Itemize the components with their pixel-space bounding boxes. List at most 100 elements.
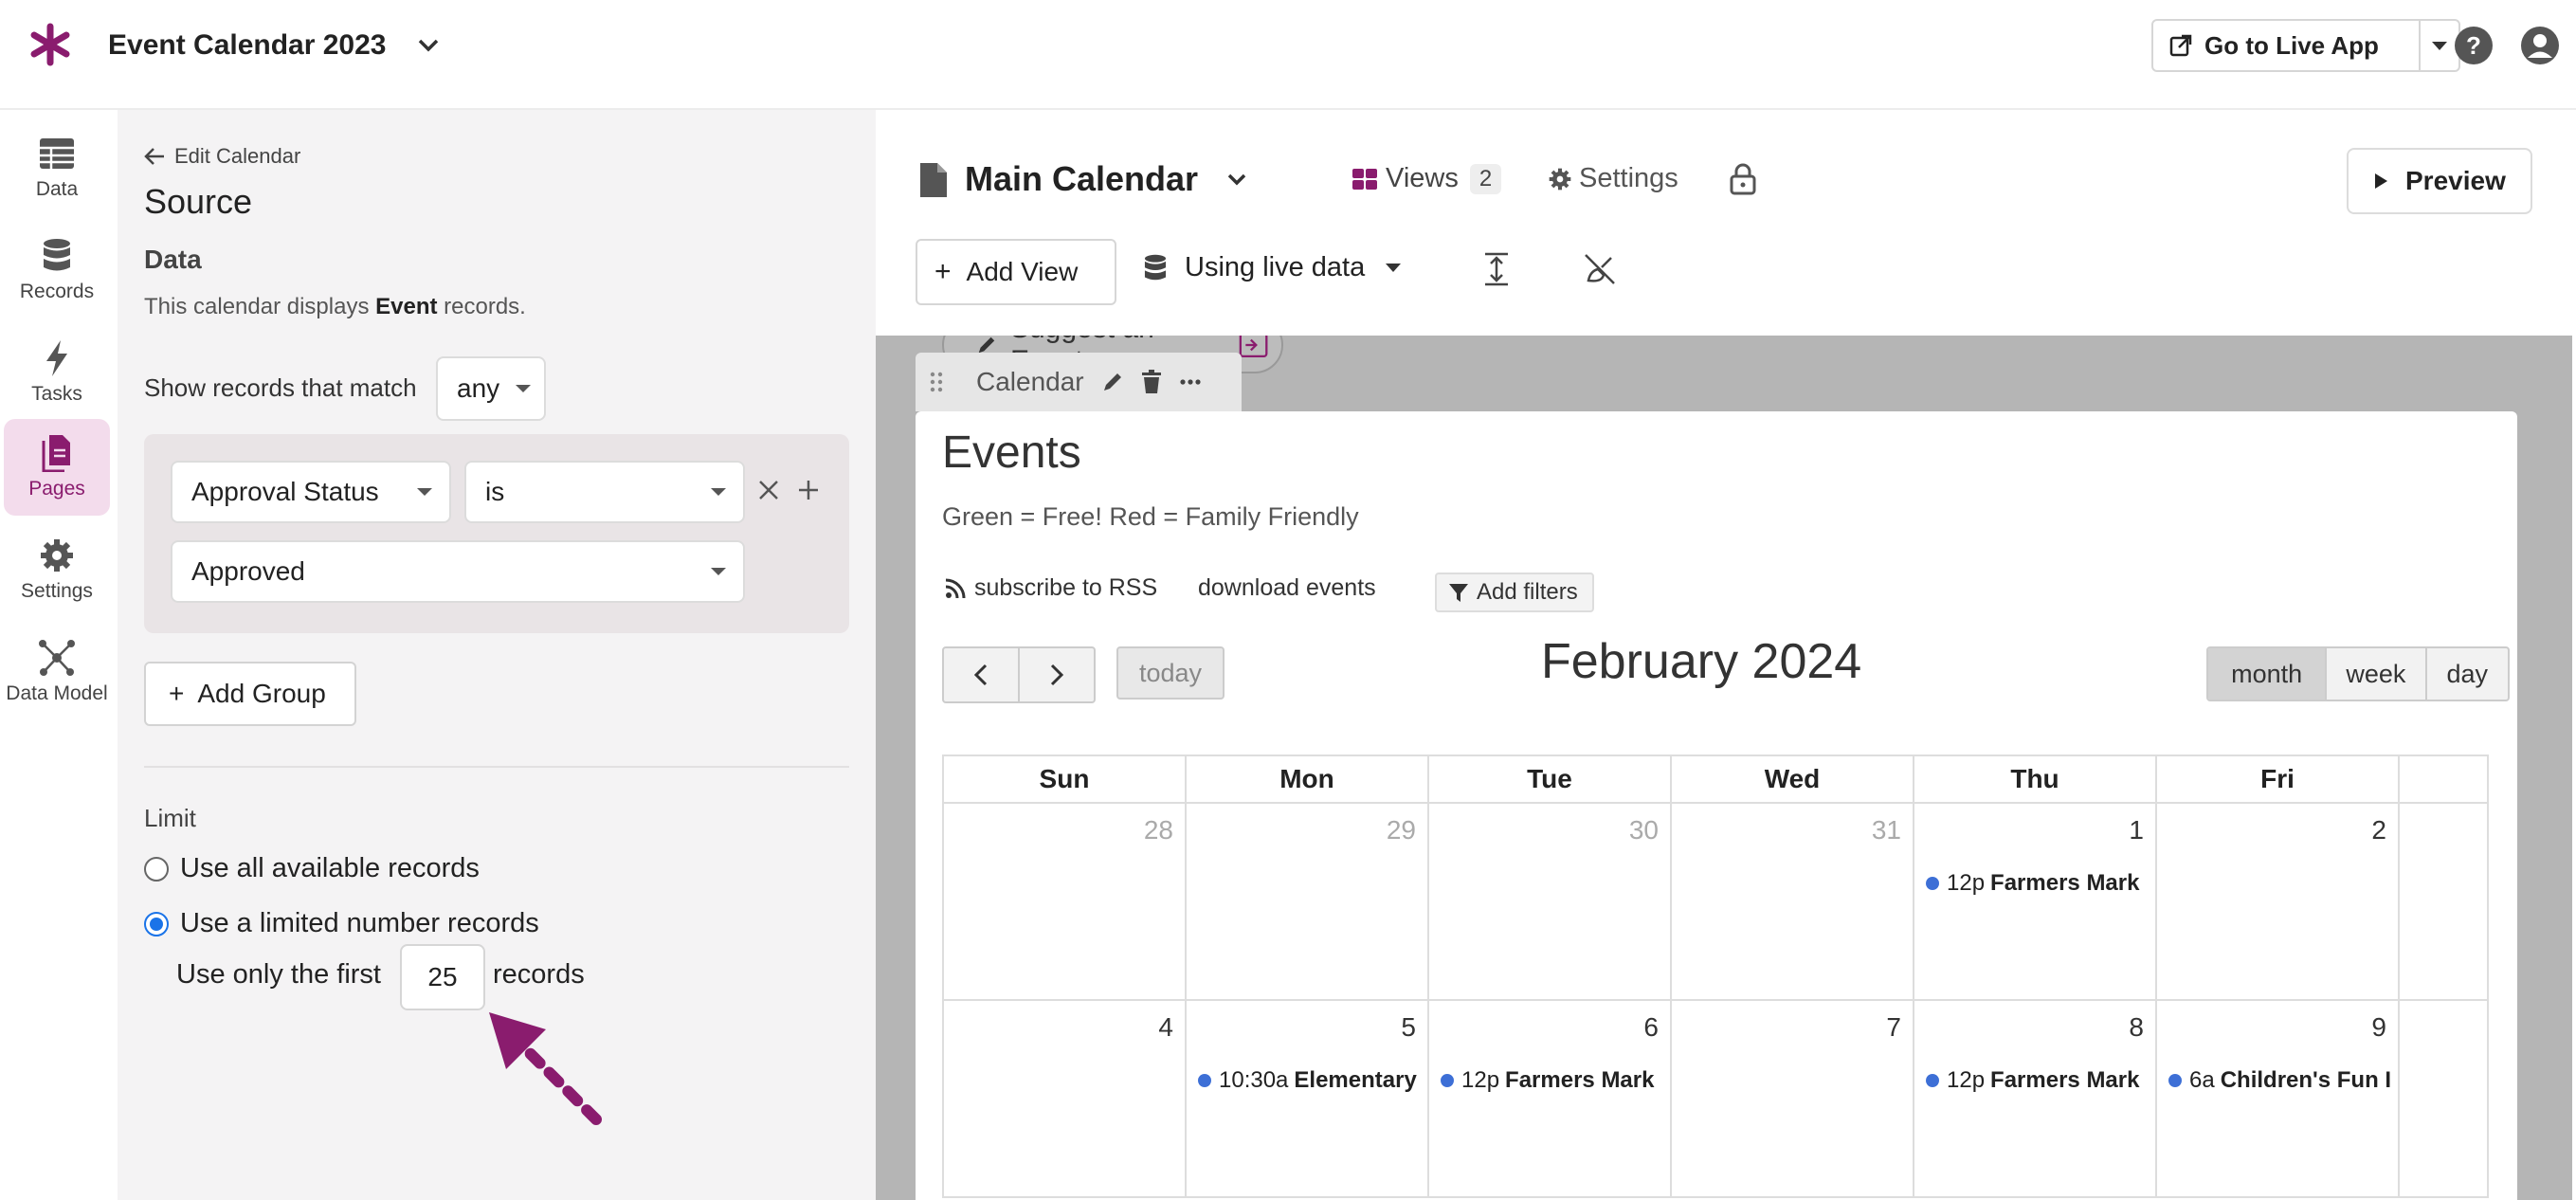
nav-item-tasks[interactable]: Tasks bbox=[4, 324, 110, 421]
limit-number-label[interactable]: Use a limited number records bbox=[180, 908, 539, 939]
subscribe-rss-link[interactable]: subscribe to RSS bbox=[944, 574, 1157, 602]
pencil-icon[interactable] bbox=[1101, 371, 1124, 393]
add-filters-button[interactable]: Add filters bbox=[1435, 573, 1594, 612]
add-view-button[interactable]: + Add View bbox=[916, 239, 1116, 305]
trash-icon[interactable] bbox=[1141, 370, 1162, 394]
calendar-day-cell[interactable]: 1 12pFarmers Mark bbox=[1914, 804, 2157, 999]
month-view-button[interactable]: month bbox=[2208, 648, 2327, 700]
week-view-button[interactable]: week bbox=[2327, 648, 2426, 700]
nav-item-data[interactable]: Data bbox=[4, 119, 110, 216]
add-filters-label: Add filters bbox=[1477, 579, 1578, 606]
filter-operator-select[interactable]: is bbox=[464, 461, 745, 523]
page-settings-button[interactable]: Settings bbox=[1549, 163, 1678, 194]
weekday-label: Fri bbox=[2157, 756, 2400, 802]
calendar-view-tab[interactable]: Calendar bbox=[916, 353, 1242, 411]
calendar-day-cell[interactable]: 31 bbox=[1672, 804, 1914, 999]
calendar-grid: Sun Mon Tue Wed Thu Fri 28 29 30 31 1 12… bbox=[942, 755, 2489, 1198]
calendar-day-cell[interactable]: 7 bbox=[1672, 1001, 1914, 1196]
limit-prefix-label: Use only the first bbox=[176, 959, 381, 991]
calendar-event[interactable]: 6aChildren's Fun I bbox=[2168, 1067, 2394, 1094]
calendar-day-cell[interactable]: 8 12pFarmers Mark bbox=[1914, 1001, 2157, 1196]
weekday-label: Wed bbox=[1672, 756, 1914, 802]
lock-icon[interactable] bbox=[1729, 163, 1757, 195]
match-mode-value: any bbox=[457, 373, 499, 404]
caret-down-icon bbox=[2431, 40, 2448, 51]
weekday-label: Thu bbox=[1914, 756, 2157, 802]
nav-item-settings[interactable]: Settings bbox=[4, 521, 110, 618]
filter-field-select[interactable]: Approval Status bbox=[171, 461, 451, 523]
weekday-label: Tue bbox=[1429, 756, 1672, 802]
calendar-day-cell[interactable]: 6 12pFarmers Mark bbox=[1429, 1001, 1672, 1196]
user-account-icon[interactable] bbox=[2519, 25, 2561, 66]
chevron-down-icon[interactable] bbox=[1223, 165, 1251, 193]
calendar-day-cell-overflow bbox=[2400, 804, 2483, 999]
app-logo-icon[interactable] bbox=[28, 21, 72, 68]
calendar-day-cell[interactable]: 2 bbox=[2157, 804, 2400, 999]
next-month-button[interactable] bbox=[1020, 648, 1094, 701]
rss-label: subscribe to RSS bbox=[974, 574, 1157, 602]
download-events-link[interactable]: download events bbox=[1198, 574, 1376, 602]
limit-number-radio[interactable] bbox=[144, 912, 169, 936]
calendar-day-cell[interactable]: 28 bbox=[944, 804, 1187, 999]
edit-calendar-back-link[interactable]: Edit Calendar bbox=[144, 144, 300, 169]
event-time: 12p bbox=[1947, 870, 1985, 897]
calendar-day-cell[interactable]: 30 bbox=[1429, 804, 1672, 999]
today-button[interactable]: today bbox=[1116, 646, 1225, 700]
views-button[interactable]: Views 2 bbox=[1351, 163, 1501, 194]
panel-title: Source bbox=[144, 182, 252, 222]
annotation-arrow-icon bbox=[478, 1001, 610, 1134]
calendar-day-cell[interactable]: 5 10:30aElementary bbox=[1187, 1001, 1429, 1196]
calendar-day-cell[interactable]: 29 bbox=[1187, 804, 1429, 999]
filter-value-select[interactable]: Approved bbox=[171, 540, 745, 603]
divider bbox=[144, 766, 849, 768]
calendar-event[interactable]: 12pFarmers Mark bbox=[1441, 1067, 1666, 1094]
nav-item-pages[interactable]: Pages bbox=[4, 419, 110, 516]
event-dot-icon bbox=[1198, 1074, 1211, 1087]
calendar-event[interactable]: 10:30aElementary bbox=[1198, 1067, 1424, 1094]
view-mode-buttons: month week day bbox=[2206, 646, 2510, 701]
paint-off-icon[interactable] bbox=[1583, 252, 1617, 286]
event-title: Farmers Mark bbox=[1990, 1067, 2139, 1094]
desc-suffix: records. bbox=[437, 294, 525, 319]
arrow-left-icon bbox=[144, 147, 165, 166]
more-icon[interactable] bbox=[1179, 378, 1202, 386]
limit-all-label[interactable]: Use all available records bbox=[180, 853, 480, 884]
page-name[interactable]: Main Calendar bbox=[965, 159, 1198, 199]
nav-item-records[interactable]: Records bbox=[4, 222, 110, 318]
add-group-button[interactable]: + Add Group bbox=[144, 662, 356, 726]
limit-number-input[interactable]: 25 bbox=[400, 944, 485, 1010]
caret-down-icon bbox=[711, 488, 726, 496]
expand-height-icon[interactable] bbox=[1482, 252, 1511, 286]
prev-month-button[interactable] bbox=[944, 648, 1020, 701]
calendar-day-cell-overflow bbox=[2400, 1001, 2483, 1196]
settings-label: Settings bbox=[1579, 163, 1678, 194]
nav-item-label: Pages bbox=[28, 478, 85, 500]
add-view-label: Add View bbox=[967, 257, 1079, 287]
go-to-live-app-button[interactable]: Go to Live App bbox=[2151, 19, 2421, 72]
live-data-dropdown[interactable]: Using live data bbox=[1143, 252, 1401, 283]
match-mode-select[interactable]: any bbox=[436, 356, 546, 421]
event-title: Farmers Mark bbox=[1505, 1067, 1654, 1094]
calendar-day-cell[interactable]: 9 6aChildren's Fun I bbox=[2157, 1001, 2400, 1196]
calendar-event[interactable]: 12pFarmers Mark bbox=[1926, 870, 2151, 897]
limit-all-radio[interactable] bbox=[144, 857, 169, 882]
table-icon bbox=[38, 135, 76, 173]
add-filter-icon[interactable] bbox=[796, 478, 821, 502]
help-icon[interactable]: ? bbox=[2453, 25, 2494, 66]
top-bar: Event Calendar 2023 Go to Live App ? bbox=[0, 0, 2576, 110]
app-title[interactable]: Event Calendar 2023 bbox=[108, 25, 386, 66]
nav-item-data-model[interactable]: Data Model bbox=[4, 624, 110, 720]
day-view-button[interactable]: day bbox=[2427, 648, 2508, 700]
day-number: 9 bbox=[2371, 1012, 2386, 1043]
chevron-down-icon[interactable] bbox=[411, 28, 445, 63]
rss-icon bbox=[944, 577, 967, 600]
event-title: Elementary bbox=[1294, 1067, 1416, 1094]
event-time: 12p bbox=[1461, 1067, 1499, 1094]
calendar-event[interactable]: 12pFarmers Mark bbox=[1926, 1067, 2151, 1094]
remove-filter-icon[interactable] bbox=[756, 478, 781, 502]
preview-button[interactable]: Preview bbox=[2347, 148, 2532, 214]
calendar-day-cell[interactable]: 4 bbox=[944, 1001, 1187, 1196]
views-icon bbox=[1351, 168, 1378, 191]
limit-heading: Limit bbox=[144, 804, 196, 833]
drag-handle-icon[interactable] bbox=[929, 371, 944, 393]
